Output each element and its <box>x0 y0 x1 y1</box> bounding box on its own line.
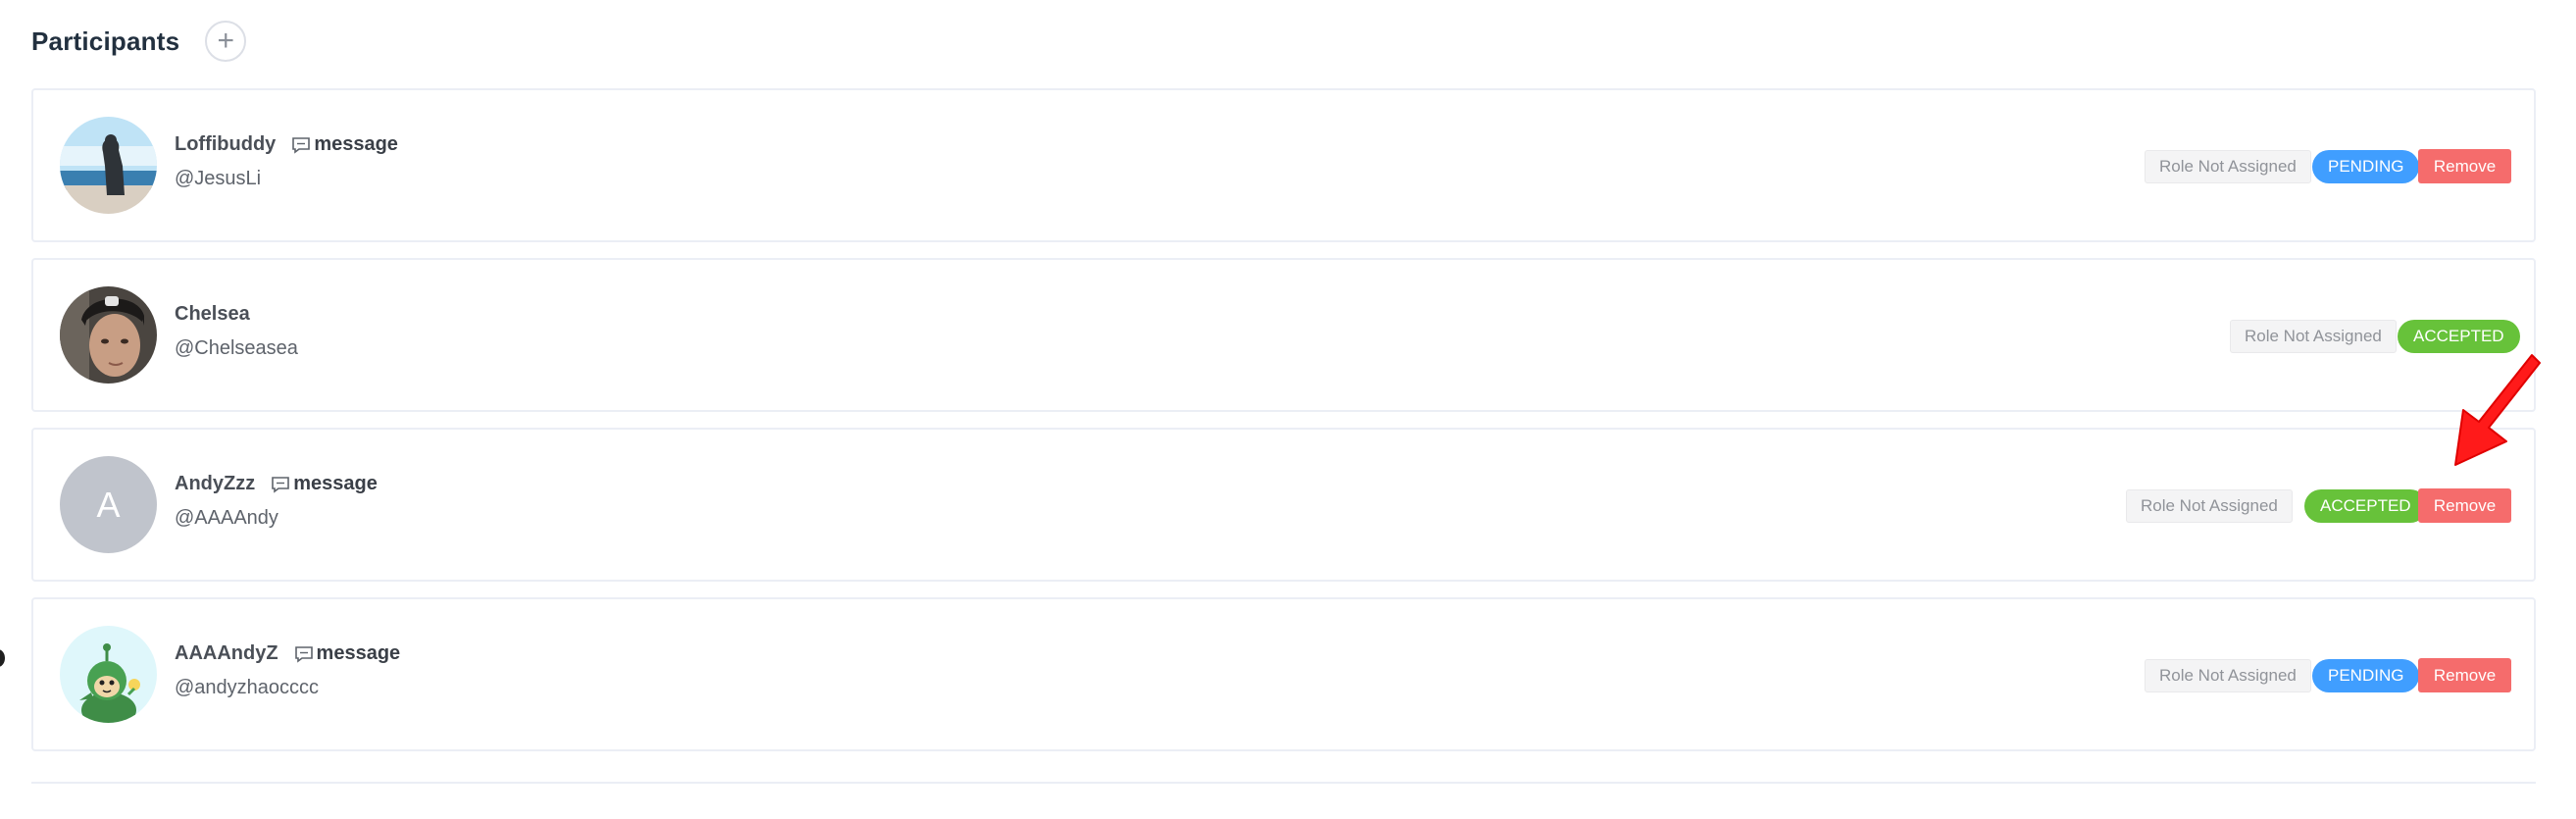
avatar[interactable] <box>60 626 157 723</box>
participant-handle: @JesusLi <box>175 168 262 189</box>
participant-name[interactable]: Loffibuddy <box>175 133 276 156</box>
remove-button[interactable]: Remove <box>2418 149 2511 183</box>
status-badge: PENDING <box>2312 659 2420 692</box>
participant-name[interactable]: AndyZzz <box>175 473 255 495</box>
chat-icon <box>294 645 313 663</box>
role-tag[interactable]: Role Not Assigned <box>2230 320 2397 353</box>
participant-handle: @Chelseasea <box>175 337 298 359</box>
avatar[interactable]: A <box>60 456 157 553</box>
participant-card: Chelsea @Chelseasea Role Not Assigned AC… <box>31 258 2536 412</box>
participant-name-row: AndyZzz message <box>175 473 378 495</box>
page-edge-dot <box>0 649 5 667</box>
participant-name-row: Chelsea <box>175 303 250 326</box>
remove-button[interactable]: Remove <box>2418 658 2511 692</box>
participant-handle: @AAAAndy <box>175 507 278 529</box>
message-label: message <box>314 133 398 155</box>
add-participant-button[interactable]: + <box>205 21 247 62</box>
participant-name[interactable]: Chelsea <box>175 303 250 326</box>
status-badge: PENDING <box>2312 150 2420 183</box>
participant-card: AAAAndyZ message @andyzhaocccc Role Not … <box>31 597 2536 751</box>
participant-handle: @andyzhaocccc <box>175 677 320 698</box>
chat-icon <box>292 136 311 154</box>
message-link[interactable]: message <box>271 473 378 495</box>
bottom-divider <box>31 782 2536 784</box>
message-link[interactable]: message <box>291 133 398 156</box>
participants-header: Participants + <box>31 20 247 63</box>
status-badge: ACCEPTED <box>2304 489 2427 523</box>
message-label: message <box>293 473 378 494</box>
plus-icon: + <box>217 25 234 57</box>
message-label: message <box>316 642 401 664</box>
participant-card: Loffibuddy message @JesusLi Role Not Ass… <box>31 88 2536 242</box>
participant-name-row: AAAAndyZ message <box>175 642 400 665</box>
status-badge: ACCEPTED <box>2398 320 2520 353</box>
role-tag[interactable]: Role Not Assigned <box>2145 659 2311 692</box>
page-title: Participants <box>31 26 180 56</box>
message-link[interactable]: message <box>294 642 401 665</box>
role-tag[interactable]: Role Not Assigned <box>2126 489 2293 523</box>
avatar[interactable] <box>60 117 157 214</box>
role-tag[interactable]: Role Not Assigned <box>2145 150 2311 183</box>
participant-card: A AndyZzz message @AAAAndy Role Not Assi… <box>31 428 2536 582</box>
participant-name-row: Loffibuddy message <box>175 133 398 156</box>
avatar[interactable] <box>60 286 157 384</box>
participant-name[interactable]: AAAAndyZ <box>175 642 278 665</box>
remove-button[interactable]: Remove <box>2418 488 2511 523</box>
annotation-arrow-icon <box>2454 354 2541 466</box>
chat-icon <box>272 476 290 493</box>
